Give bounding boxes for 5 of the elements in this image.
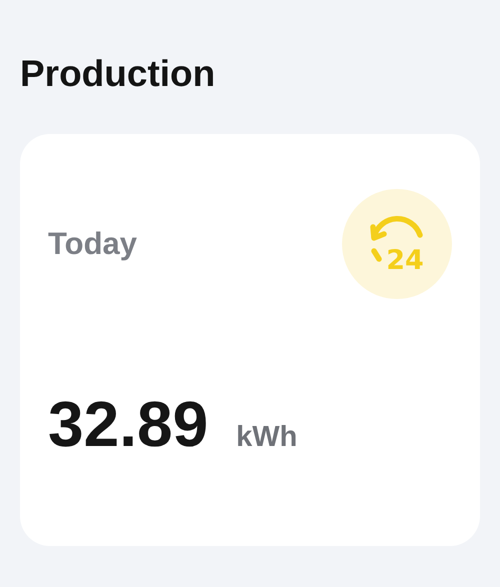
- clock-24-icon: 24: [342, 189, 452, 299]
- energy-value: 32.89: [48, 387, 208, 461]
- section-title: Production: [20, 52, 216, 96]
- period-label: Today: [48, 226, 137, 262]
- energy-unit: kWh: [236, 421, 298, 454]
